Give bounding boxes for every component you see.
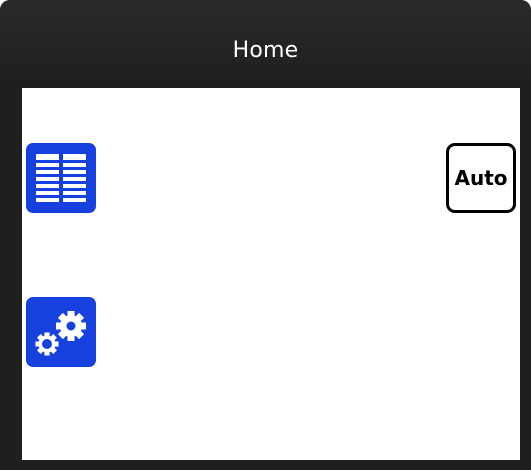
auto-button[interactable]: Auto: [446, 143, 516, 213]
content-area: Auto: [22, 88, 520, 460]
page-title: Home: [232, 38, 299, 63]
list-grid-icon: [36, 154, 86, 202]
bottom-frame: [0, 460, 531, 470]
list-button[interactable]: [26, 143, 96, 213]
gears-icon: [35, 311, 86, 356]
app-window: Home Auto: [0, 0, 531, 470]
header-bar: Home: [0, 0, 531, 86]
settings-button[interactable]: [26, 297, 96, 367]
